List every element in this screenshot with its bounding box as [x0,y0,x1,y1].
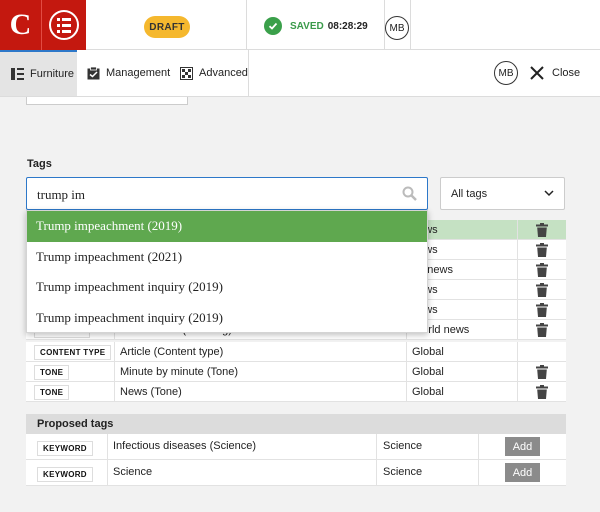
table-row: KEYWORD Science Science Add [26,460,566,486]
tags-heading: Tags [27,158,52,170]
tag-name: News (Tone) [120,386,182,398]
saved-label: SAVED [290,20,324,32]
tag-suggestions-dropdown: Trump impeachment (2019) Trump impeachme… [26,210,428,333]
trash-icon[interactable] [536,223,548,237]
divider [248,50,249,97]
close-button[interactable]: Close [530,66,580,80]
tab-furniture[interactable]: Furniture [0,50,77,96]
menu-icon [49,10,79,40]
avatar[interactable]: MB [494,61,518,85]
trash-icon[interactable] [536,365,548,379]
status-badge: DRAFT [144,16,190,38]
divider [246,0,247,50]
tag-name: Minute by minute (Tone) [120,366,238,378]
list-icon [11,68,24,80]
table-row: TONE Minute by minute (Tone) Global [26,362,566,382]
chevron-down-icon [544,190,554,197]
menu-button[interactable] [41,0,86,50]
suggestion-item[interactable]: Trump impeachment inquiry (2019) [27,303,427,334]
tag-search-input[interactable]: trump im [26,177,428,210]
search-value: trump im [37,187,86,202]
tag-name: Article (Content type) [120,346,224,358]
save-status: SAVED 08:28:29 [264,17,368,35]
avatar[interactable]: MB [385,16,409,40]
trash-icon[interactable] [536,263,548,277]
table-row: TONE News (Tone) Global [26,382,566,402]
tag-name: Science [113,466,153,478]
tab-advanced[interactable]: Advanced [180,50,248,96]
saved-time: 08:28:29 [327,20,368,32]
tag-section: Global [412,346,444,358]
select-value: All tags [451,188,488,200]
tab-label: Furniture [30,68,75,80]
tag-section: Science [383,466,423,478]
trash-icon[interactable] [536,243,548,257]
check-icon [264,17,282,35]
tag-name: Infectious diseases (Science) [113,440,257,452]
clipboard-icon [87,66,100,79]
tag-type-badge: CONTENT TYPE [34,345,112,360]
grid-icon [180,66,193,80]
table-row: CONTENT TYPE Article (Content type) Glob… [26,342,566,362]
tab-label: Advanced [199,67,248,79]
suggestion-item[interactable]: Trump impeachment (2021) [27,242,427,273]
tag-type-badge: TONE [34,385,70,400]
divider [410,0,411,50]
tag-filter-select[interactable]: All tags [440,177,565,210]
table-row: KEYWORD Infectious diseases (Science) Sc… [26,434,566,460]
top-bar: C DRAFT SAVED 08:28:29 MB [0,0,600,50]
trash-icon[interactable] [536,303,548,317]
close-icon [530,66,544,80]
app-logo[interactable]: C [0,0,41,50]
tab-management[interactable]: Management [87,50,170,96]
add-tag-button[interactable]: Add [505,463,540,482]
tag-section: Global [412,386,444,398]
trash-icon[interactable] [536,385,548,399]
tag-section: Global [412,366,444,378]
trash-icon[interactable] [536,323,548,337]
suggestion-item[interactable]: Trump impeachment (2019) [27,211,427,242]
proposed-tags-heading: Proposed tags [26,414,566,434]
tag-type-badge: TONE [34,365,70,380]
tag-section: Science [383,440,423,452]
suggestion-item[interactable]: Trump impeachment inquiry (2019) [27,272,427,303]
tag-type-badge: KEYWORD [37,467,93,482]
search-icon [402,186,417,201]
trash-icon[interactable] [536,283,548,297]
tab-bar: Furniture Management Advanced MB Close [0,50,600,97]
add-tag-button[interactable]: Add [505,437,540,456]
tag-type-badge: KEYWORD [37,441,93,456]
previous-field [26,97,188,105]
tab-label: Management [106,67,171,79]
